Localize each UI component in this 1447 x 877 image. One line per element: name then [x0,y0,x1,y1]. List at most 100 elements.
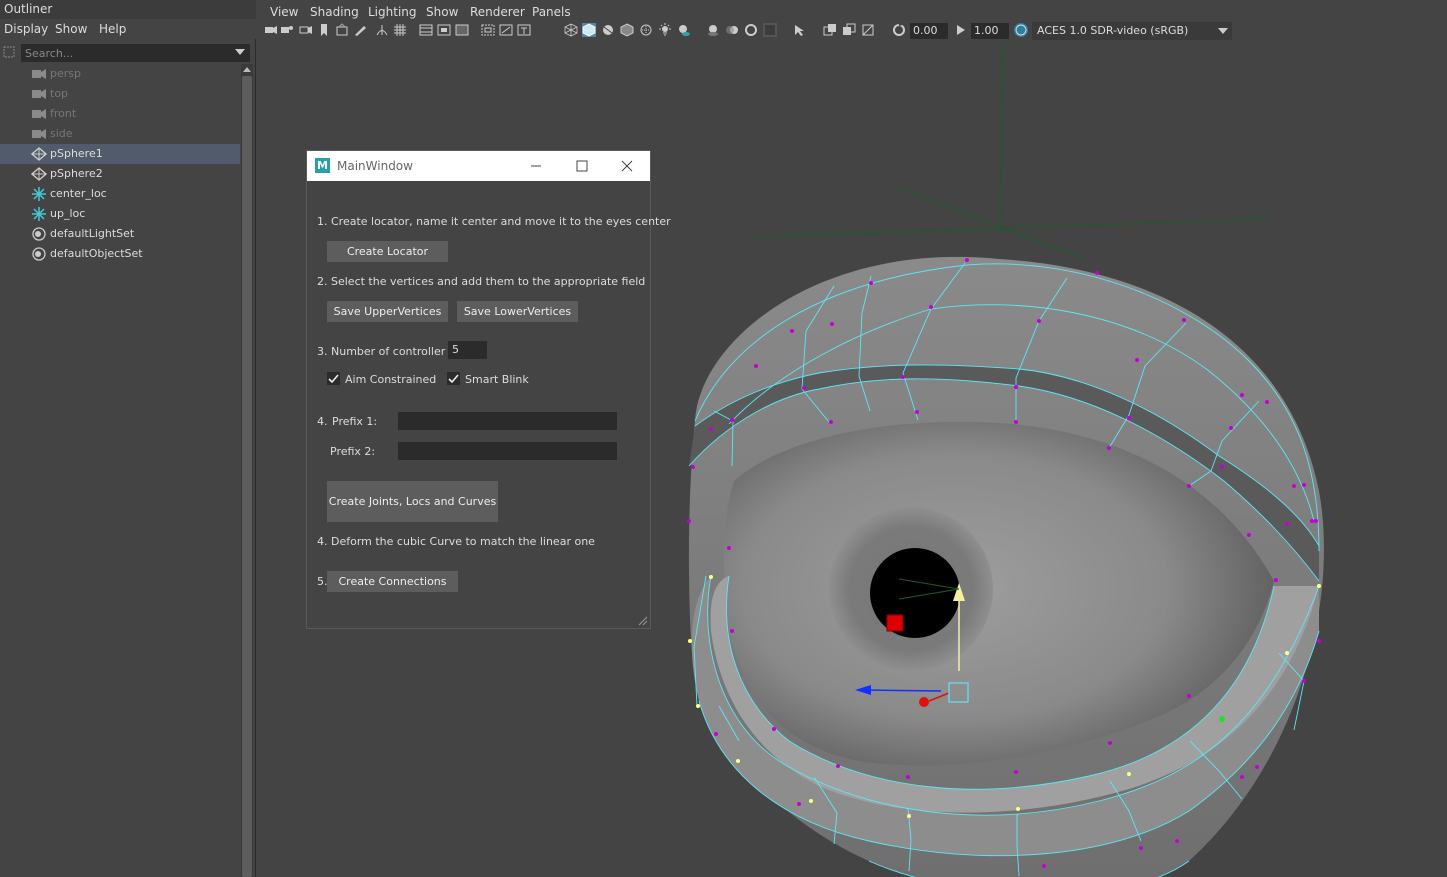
ambient-occlusion-icon[interactable] [706,23,720,37]
maximize-icon[interactable] [559,151,605,181]
safe-title-icon[interactable] [517,23,531,37]
scrollbar-thumb[interactable] [242,76,252,877]
depth-of-field-icon[interactable] [763,23,777,37]
locator-icon [31,187,47,201]
xray-active-icon[interactable] [842,23,856,37]
tree-item-side[interactable]: side [0,124,240,144]
viewport-toolbar: 0.00 1.00 ACES 1.0 SDR-video (sRGB) [259,21,1447,41]
create-joints-locs-curves-button[interactable]: Create Joints, Locs and Curves [327,481,498,522]
tree-item-persp[interactable]: persp [0,64,240,84]
menu-renderer[interactable]: Renderer [470,3,525,21]
step5-number: 5. [317,575,328,588]
maya-logo-icon: M [315,158,330,173]
twod-pan-icon[interactable] [375,23,389,37]
motion-blur-icon[interactable] [725,23,739,37]
prefix2-input[interactable] [398,442,617,460]
prefix2-label: Prefix 2: [330,445,376,458]
minimize-icon[interactable] [513,151,559,181]
default-material-icon[interactable] [601,23,615,37]
camera-attributes-icon[interactable] [280,23,294,37]
viewport-menubar: View Shading Lighting Show Renderer Pane… [259,3,1447,21]
refresh-icon[interactable] [892,23,906,37]
menu-view[interactable]: View [270,3,298,21]
menu-show[interactable]: Show [55,19,87,39]
anti-aliasing-icon[interactable] [744,23,758,37]
backface-culling-icon[interactable] [861,23,875,37]
film-gate-icon[interactable] [419,23,433,37]
chevron-down-icon[interactable] [235,49,245,55]
select-camera-icon[interactable] [264,23,278,37]
save-upper-vertices-button[interactable]: Save UpperVertices [327,301,448,322]
tree-item-defaultobjectset[interactable]: defaultObjectSet [0,244,240,264]
xray-icon[interactable] [639,23,653,37]
camera-icon [31,127,47,141]
tree-item-psphere2[interactable]: pSphere2 [0,164,240,184]
up-locator[interactable] [752,41,1270,260]
tree-item-top[interactable]: top [0,84,240,104]
bookmark-camera-icon[interactable] [299,23,313,37]
wireframe-on-shaded-icon[interactable] [620,23,634,37]
field-chart-icon[interactable] [481,23,495,37]
menu-help[interactable]: Help [99,19,126,39]
eye-mesh[interactable] [688,256,1324,877]
gamma-icon[interactable] [954,23,968,37]
filter-icon[interactable] [2,45,16,59]
tree-item-front[interactable]: front [0,104,240,124]
main-window-dialog: M MainWindow 1. Create locator, name it … [306,150,671,629]
color-space-dropdown[interactable]: ACES 1.0 SDR-video (sRGB) [1032,22,1232,40]
menu-display[interactable]: Display [4,19,48,39]
wireframe-icon[interactable] [564,23,578,37]
prefix1-label: Prefix 1: [332,415,378,428]
tree-item-label: center_loc [50,187,107,200]
mesh-icon [30,147,48,161]
tree-item-label: top [50,87,69,100]
exposure-field[interactable]: 0.00 [910,23,948,39]
menu-shading[interactable]: Shading [310,3,359,21]
tree-item-label: pSphere1 [50,147,103,160]
smooth-shade-icon[interactable] [582,23,596,37]
menu-panels[interactable]: Panels [532,3,571,21]
create-connections-button[interactable]: Create Connections [327,571,458,592]
smart-blink-checkbox[interactable] [447,372,460,385]
shadows-icon[interactable] [677,23,691,37]
image-plane-icon[interactable] [335,23,349,37]
smart-blink-label: Smart Blink [465,373,529,386]
aim-constrained-checkbox[interactable] [327,372,340,385]
tree-item-label: front [50,107,77,120]
scroll-up-icon[interactable] [243,67,251,72]
tree-item-center-loc[interactable]: center_loc [0,184,240,204]
safe-action-icon[interactable] [499,23,513,37]
step3-label: 3. Number of controller [317,345,446,358]
tree-item-psphere1[interactable]: pSphere1 [0,144,240,164]
resolution-gate-icon[interactable] [437,23,451,37]
xray-joints-icon[interactable] [823,23,837,37]
resize-grip-icon[interactable] [638,616,648,626]
search-input[interactable] [21,44,250,62]
color-space-label: ACES 1.0 SDR-video (sRGB) [1037,24,1189,37]
prefix1-input[interactable] [398,412,617,430]
close-icon[interactable] [604,151,650,181]
tree-item-label: side [50,127,73,140]
tree-item-defaultlightset[interactable]: defaultLightSet [0,224,240,244]
grease-pencil-icon[interactable] [353,23,367,37]
menu-lighting[interactable]: Lighting [368,3,417,21]
checkmark-icon [328,374,339,384]
save-lower-vertices-button[interactable]: Save LowerVertices [457,301,578,322]
bookmark-icon[interactable] [317,23,331,37]
set-icon [31,227,47,241]
set-icon [31,247,47,261]
window-titlebar[interactable]: M MainWindow [307,151,650,181]
isolate-select-icon[interactable] [793,23,807,37]
color-management-icon[interactable] [1014,23,1028,37]
gate-mask-icon[interactable] [455,23,469,37]
controller-count-field[interactable]: 5 [448,341,487,359]
gamma-field[interactable]: 1.00 [971,23,1009,39]
use-all-lights-icon[interactable] [658,23,672,37]
chevron-down-icon[interactable] [1218,28,1228,34]
grid-icon[interactable] [393,23,407,37]
outliner-scrollbar[interactable] [241,64,253,877]
create-locator-button[interactable]: Create Locator [327,241,448,262]
tree-item-label: defaultObjectSet [50,247,143,260]
tree-item-up-loc[interactable]: up_loc [0,204,240,224]
menu-show[interactable]: Show [426,3,458,21]
